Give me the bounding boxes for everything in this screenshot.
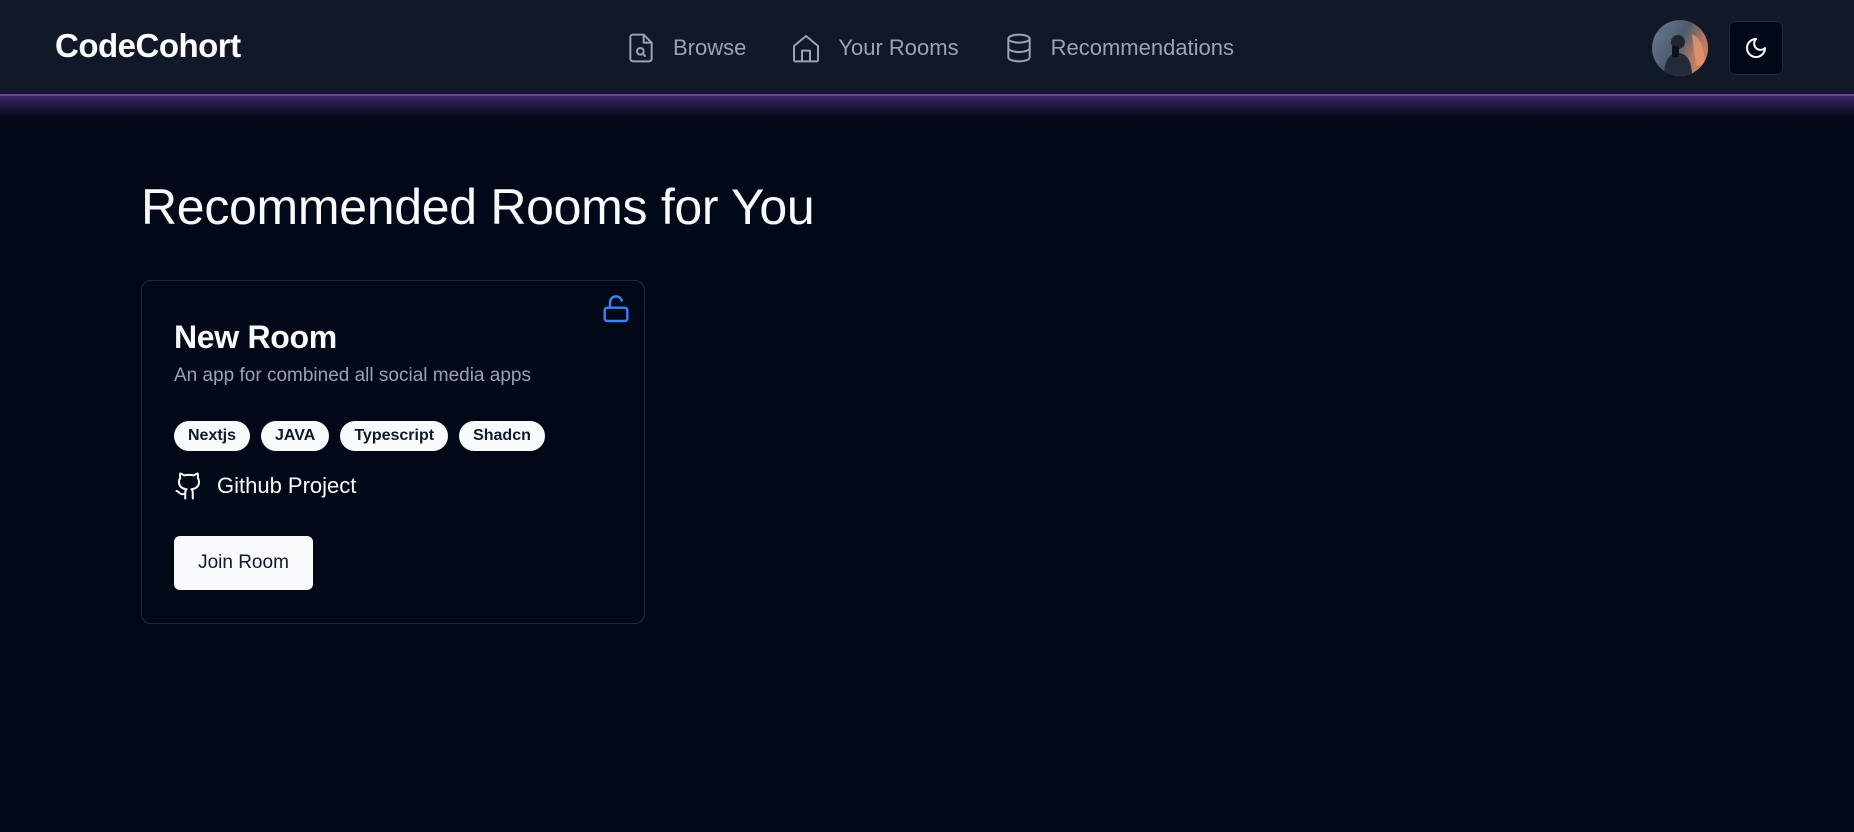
github-icon	[175, 472, 201, 500]
main-nav: Browse Your Rooms Recommendations	[625, 0, 1234, 96]
avatar-image	[1664, 34, 1705, 76]
room-description: An app for combined all social media app…	[174, 365, 531, 386]
nav-label-recommendations: Recommendations	[1050, 35, 1235, 60]
top-navbar: CodeCohort Browse Your Rooms Recommendat…	[0, 0, 1854, 96]
room-name: New Room	[174, 319, 337, 355]
unlock-icon[interactable]	[600, 293, 632, 325]
nav-item-recommendations[interactable]: Recommendations	[1003, 32, 1234, 64]
file-search-icon	[629, 33, 653, 63]
nav-label-your-rooms: Your Rooms	[838, 35, 959, 60]
tag-badge[interactable]: Shadcn	[459, 421, 545, 451]
header-glow-divider	[0, 96, 1854, 118]
theme-toggle-button[interactable]	[1729, 21, 1783, 75]
moon-icon	[1746, 38, 1766, 58]
app-logo[interactable]: CodeCohort	[55, 27, 241, 65]
user-avatar[interactable]	[1652, 20, 1708, 76]
tag-badge[interactable]: Nextjs	[174, 421, 251, 451]
room-tags: Nextjs JAVA Typescript Shadcn	[174, 421, 545, 451]
tag-badge[interactable]: JAVA	[261, 421, 330, 451]
nav-item-your-rooms[interactable]: Your Rooms	[790, 32, 959, 64]
join-room-button[interactable]: Join Room	[174, 536, 313, 590]
page-title: Recommended Rooms for You	[141, 179, 815, 235]
github-project-link[interactable]: Github Project	[174, 471, 356, 501]
github-link-label: Github Project	[217, 473, 357, 498]
nav-item-browse[interactable]: Browse	[625, 32, 746, 64]
nav-label-browse: Browse	[673, 35, 747, 60]
tag-badge[interactable]: Typescript	[340, 421, 449, 451]
database-icon	[1006, 33, 1031, 63]
home-icon	[793, 35, 820, 63]
room-card: New Room An app for combined all social …	[141, 280, 645, 624]
